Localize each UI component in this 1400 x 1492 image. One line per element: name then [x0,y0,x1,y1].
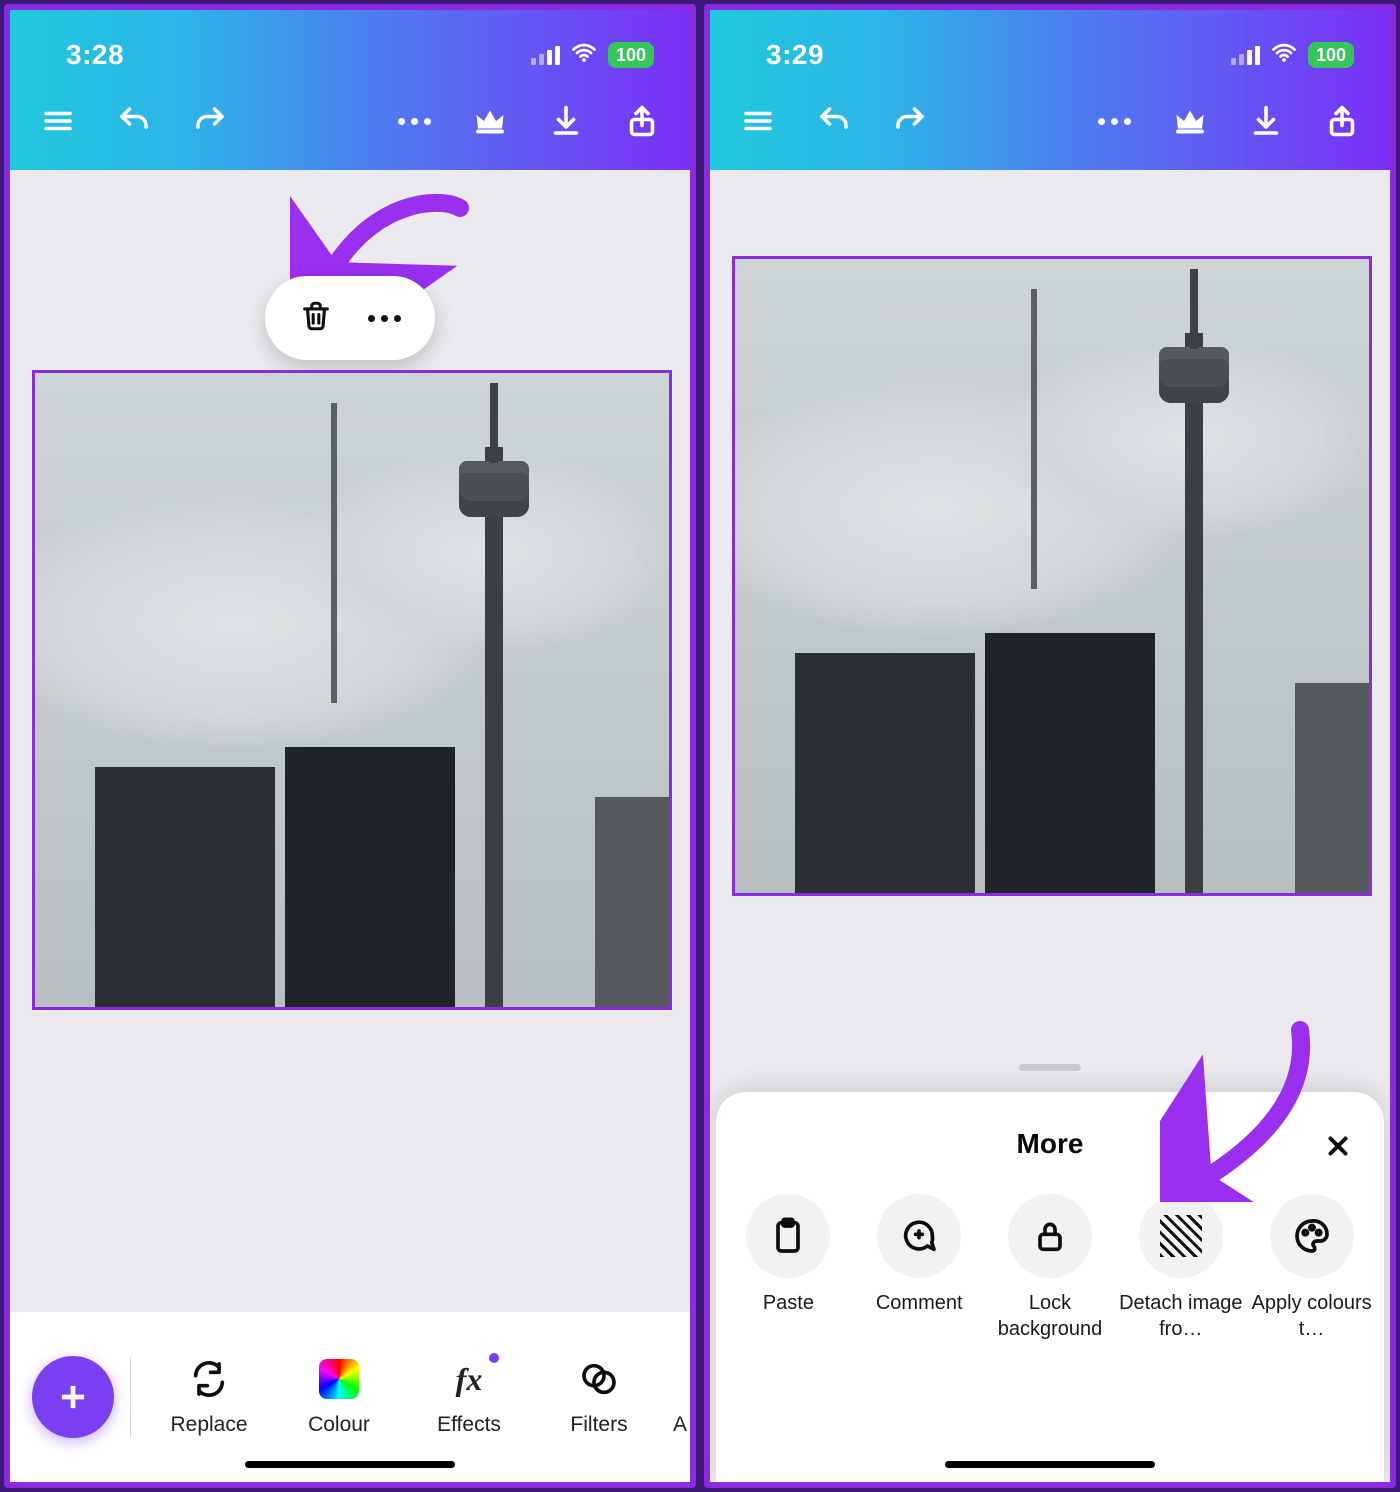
sheet-item-apply-colours[interactable]: Apply colours t… [1247,1194,1376,1342]
screenshot-left: 3:28 100 [4,4,696,1488]
undo-icon[interactable] [814,101,854,141]
share-icon[interactable] [622,101,662,141]
palette-icon [1270,1194,1354,1278]
tool-label: Replace [170,1413,247,1437]
lock-icon [1008,1194,1092,1278]
tool-label: A [673,1413,687,1437]
comment-icon [877,1194,961,1278]
crown-icon[interactable] [1170,101,1210,141]
filters-icon [577,1357,621,1401]
status-time: 3:29 [766,39,824,71]
tool-overflow[interactable]: A [667,1357,693,1437]
tool-replace[interactable]: Replace [147,1357,271,1437]
more-icon[interactable] [394,101,434,141]
cellular-icon [531,45,560,65]
screenshot-right: 3:29 100 [704,4,1396,1488]
selected-image[interactable] [32,370,672,1010]
crown-icon[interactable] [470,101,510,141]
context-more-button[interactable] [368,315,401,322]
sheet-item-comment[interactable]: Comment [855,1194,984,1342]
sheet-item-label: Detach image fro… [1116,1290,1245,1342]
sheet-item-label: Lock background [986,1290,1115,1342]
cellular-icon [1231,45,1260,65]
battery-level: 100 [1308,42,1354,68]
home-indicator [945,1461,1155,1468]
sheet-item-paste[interactable]: Paste [724,1194,853,1342]
clipboard-icon [746,1194,830,1278]
menu-icon[interactable] [738,101,778,141]
effects-icon: fx [447,1357,491,1401]
status-bar: 3:29 100 [710,28,1390,76]
sheet-grabber[interactable] [1019,1064,1081,1071]
selected-image[interactable] [732,256,1372,896]
close-button[interactable] [1318,1126,1358,1166]
status-bar: 3:28 100 [10,28,690,76]
download-icon[interactable] [546,101,586,141]
sheet-item-label: Comment [876,1290,963,1316]
sheet-item-label: Paste [763,1290,814,1316]
sheet-title: More [1017,1128,1084,1160]
redo-icon[interactable] [890,101,930,141]
undo-icon[interactable] [114,101,154,141]
battery-level: 100 [608,42,654,68]
download-icon[interactable] [1246,101,1286,141]
redo-icon[interactable] [190,101,230,141]
tool-label: Filters [570,1413,627,1437]
wifi-icon [1270,39,1298,72]
divider [130,1357,131,1437]
menu-icon[interactable] [38,101,78,141]
share-icon[interactable] [1322,101,1362,141]
tool-filters[interactable]: Filters [537,1357,661,1437]
tool-label: Effects [437,1413,501,1437]
more-icon[interactable] [1094,101,1134,141]
wifi-icon [570,39,598,72]
detach-icon [1139,1194,1223,1278]
status-time: 3:28 [66,39,124,71]
app-header: 3:28 100 [10,10,690,170]
tool-label: Colour [308,1413,370,1437]
delete-button[interactable] [299,299,333,338]
tool-colour[interactable]: Colour [277,1357,401,1437]
tool-effects[interactable]: fx Effects [407,1357,531,1437]
home-indicator [245,1461,455,1468]
sheet-item-detach[interactable]: Detach image fro… [1116,1194,1245,1342]
more-sheet: More Paste Comment [716,1092,1384,1482]
sheet-item-label: Apply colours t… [1247,1290,1376,1342]
add-button[interactable] [32,1356,114,1438]
sheet-item-lock[interactable]: Lock background [986,1194,1115,1342]
colour-icon [317,1357,361,1401]
bottom-toolbar: Replace Colour fx Effects Filters [10,1312,690,1482]
badge-icon [489,1353,499,1363]
app-header: 3:29 100 [710,10,1390,170]
context-pill [265,276,435,360]
replace-icon [187,1357,231,1401]
